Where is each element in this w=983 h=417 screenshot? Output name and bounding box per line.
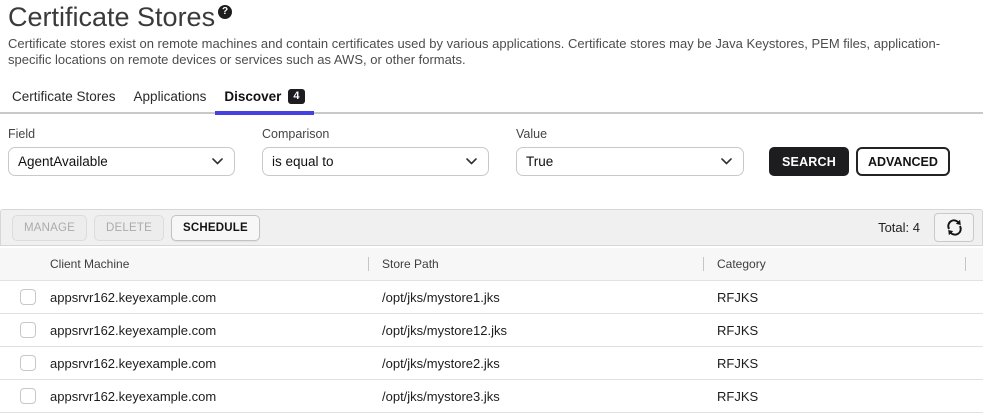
checkbox-cell (0, 289, 42, 305)
comparison-group: Comparison is equal to (262, 127, 489, 176)
value-select-value: True (526, 154, 553, 169)
category-cell: RFJKS (703, 389, 965, 404)
page-title: Certificate Stores? (8, 2, 975, 32)
field-select-value: AgentAvailable (18, 154, 108, 169)
column-header-label: Client Machine (50, 257, 129, 271)
refresh-button[interactable] (934, 213, 974, 242)
value-select[interactable]: True (516, 147, 744, 176)
help-icon[interactable]: ? (218, 5, 232, 19)
table-row[interactable]: appsrvr162.keyexample.com /opt/jks/mysto… (0, 314, 983, 347)
store-path-cell: /opt/jks/mystore1.jks (368, 290, 703, 305)
tab-label: Applications (134, 89, 207, 104)
row-checkbox[interactable] (20, 289, 36, 305)
column-header-category: Category (703, 248, 965, 280)
value-label: Value (516, 127, 744, 141)
page-title-text: Certificate Stores (8, 2, 215, 32)
tab-label: Certificate Stores (12, 89, 116, 104)
total-count-label: Total: 4 (878, 220, 920, 235)
row-checkbox[interactable] (20, 355, 36, 371)
tab-discover[interactable]: Discover 4 (215, 84, 313, 112)
schedule-button[interactable]: SCHEDULE (171, 215, 260, 241)
tab-certificate-stores[interactable]: Certificate Stores (3, 84, 125, 112)
comparison-select-value: is equal to (272, 154, 334, 169)
tab-bar: Certificate Stores Applications Discover… (0, 84, 983, 114)
discover-count-badge: 4 (288, 89, 304, 104)
row-checkbox[interactable] (20, 322, 36, 338)
store-path-cell: /opt/jks/mystore12.jks (368, 323, 703, 338)
column-divider (965, 257, 966, 271)
table-row[interactable]: appsrvr162.keyexample.com /opt/jks/mysto… (0, 281, 983, 314)
column-header-label: Store Path (382, 257, 439, 271)
client-machine-cell: appsrvr162.keyexample.com (42, 356, 368, 371)
table-row[interactable]: appsrvr162.keyexample.com /opt/jks/mysto… (0, 380, 983, 413)
chevron-down-icon (721, 158, 732, 165)
category-cell: RFJKS (703, 290, 965, 305)
comparison-label: Comparison (262, 127, 489, 141)
column-header-store-path: Store Path (368, 248, 703, 280)
page-header: Certificate Stores? Certificate stores e… (0, 0, 983, 68)
column-divider (368, 257, 369, 271)
field-group: Field AgentAvailable (8, 127, 235, 176)
advanced-button[interactable]: ADVANCED (856, 147, 950, 176)
checkbox-cell (0, 322, 42, 338)
manage-button[interactable]: MANAGE (12, 215, 87, 241)
table-row[interactable]: appsrvr162.keyexample.com /opt/jks/mysto… (0, 347, 983, 380)
page-description: Certificate stores exist on remote machi… (8, 36, 946, 68)
comparison-select[interactable]: is equal to (262, 147, 489, 176)
header-checkbox-spacer (0, 248, 42, 280)
checkbox-cell (0, 388, 42, 404)
grid-toolbar: MANAGE DELETE SCHEDULE Total: 4 (0, 209, 983, 246)
refresh-icon (945, 218, 964, 237)
client-machine-cell: appsrvr162.keyexample.com (42, 389, 368, 404)
client-machine-cell: appsrvr162.keyexample.com (42, 323, 368, 338)
client-machine-cell: appsrvr162.keyexample.com (42, 290, 368, 305)
column-divider (703, 257, 704, 271)
delete-button[interactable]: DELETE (94, 215, 164, 241)
field-select[interactable]: AgentAvailable (8, 147, 235, 176)
field-label: Field (8, 127, 235, 141)
column-header-label: Category (717, 257, 766, 271)
tab-applications[interactable]: Applications (125, 84, 216, 112)
certificate-stores-page: Certificate Stores? Certificate stores e… (0, 0, 983, 417)
header-end-spacer (965, 248, 983, 280)
store-path-cell: /opt/jks/mystore2.jks (368, 356, 703, 371)
row-checkbox[interactable] (20, 388, 36, 404)
checkbox-cell (0, 355, 42, 371)
column-header-client-machine: Client Machine (42, 248, 368, 280)
value-group: Value True (516, 127, 744, 176)
search-form: Field AgentAvailable Comparison is equal… (0, 114, 983, 176)
store-path-cell: /opt/jks/mystore3.jks (368, 389, 703, 404)
table-header: Client Machine Store Path Category (0, 248, 983, 281)
tab-label: Discover (224, 89, 281, 104)
search-button[interactable]: SEARCH (769, 147, 849, 176)
chevron-down-icon (212, 158, 223, 165)
chevron-down-icon (466, 158, 477, 165)
category-cell: RFJKS (703, 323, 965, 338)
category-cell: RFJKS (703, 356, 965, 371)
